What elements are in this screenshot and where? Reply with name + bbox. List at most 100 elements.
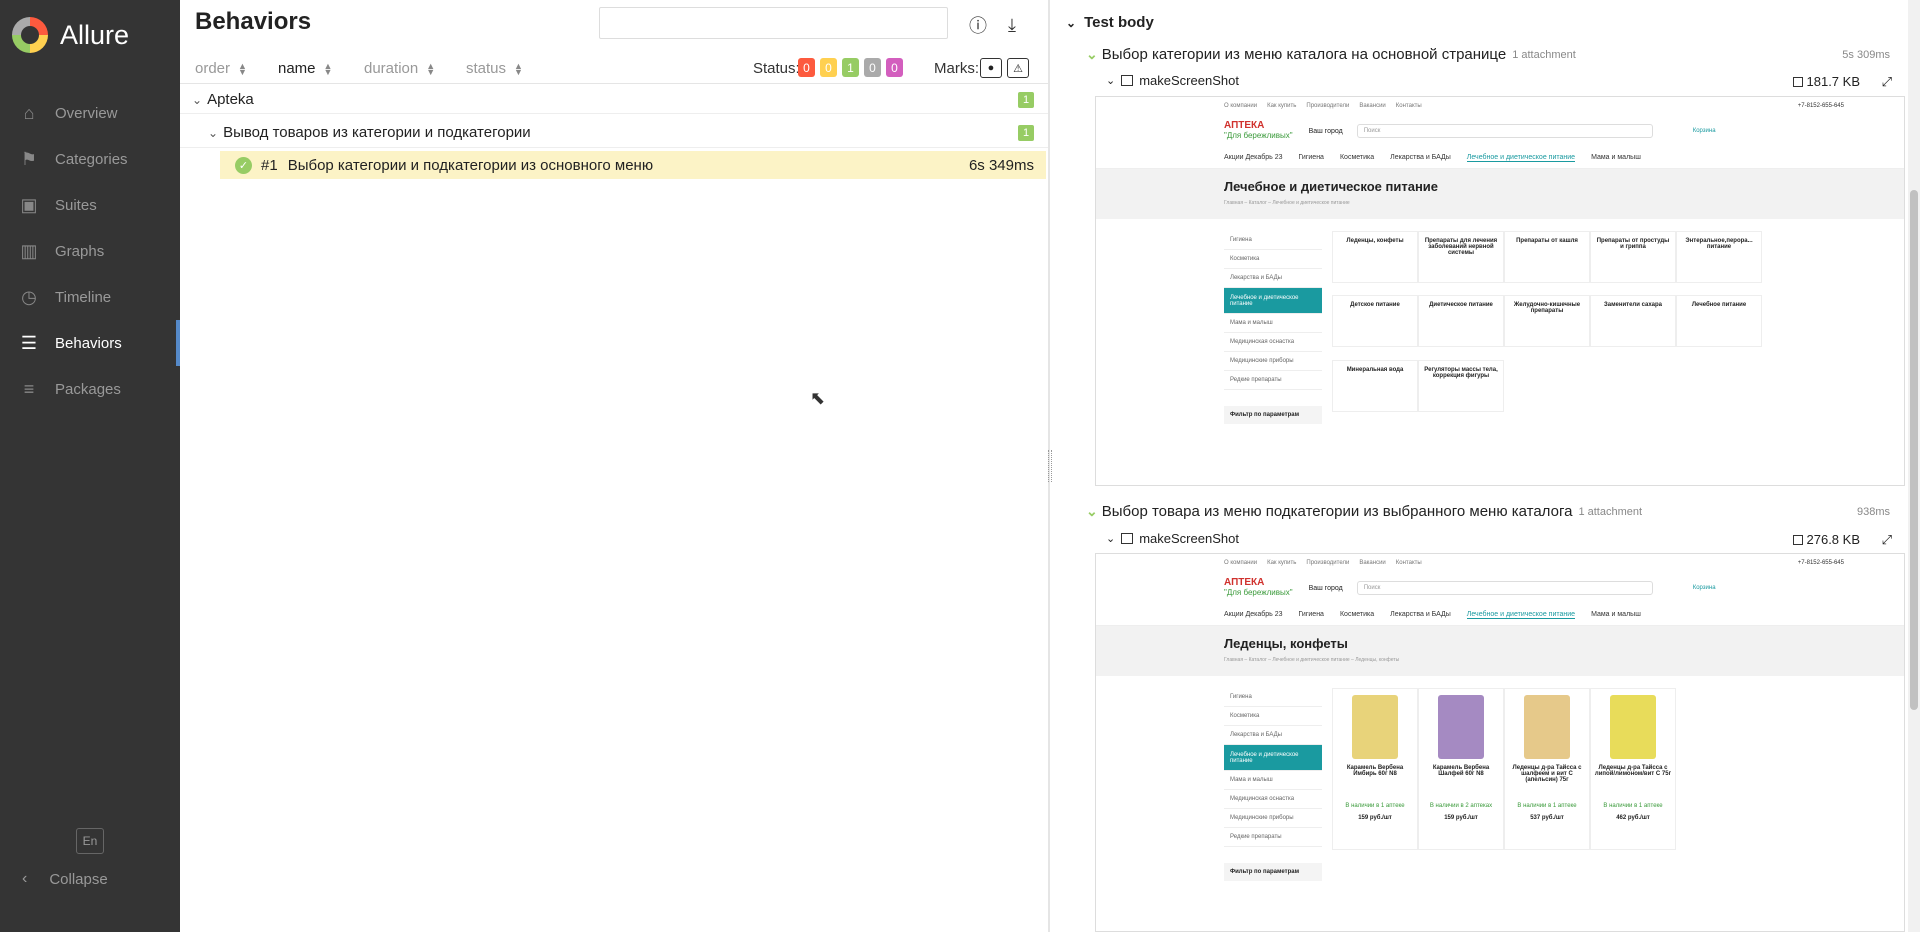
check-icon: ⌄: [1086, 503, 1098, 519]
status-failed-badge[interactable]: 0: [798, 58, 815, 77]
status-passed-badge[interactable]: 1: [842, 58, 859, 77]
sidebar-nav: ⌂ Overview ⚑ Categories ▣ Suites ▥ Graph…: [0, 90, 180, 412]
site-top-links: О компании Как купить Производители Вака…: [1096, 97, 1904, 115]
clock-icon: ◷: [21, 286, 37, 307]
site-menu-item: Акции Декабрь 23: [1224, 611, 1283, 618]
site-link: Производители: [1306, 560, 1350, 566]
sort-label: status: [466, 60, 507, 77]
site-side-item: Медицинские приборы: [1224, 352, 1322, 371]
home-icon: ⌂: [23, 102, 35, 123]
step-row[interactable]: ⌄ Выбор товара из меню подкатегории из в…: [1086, 503, 1642, 520]
sidebar-item-label: Behaviors: [55, 334, 122, 352]
site-side-item: Лечебное и диетическое питание: [1224, 288, 1322, 314]
scrollbar-thumb[interactable]: [1910, 190, 1918, 710]
attachment-size[interactable]: 276.8 KB: [1792, 532, 1861, 547]
site-product: Карамель Вербена Имбирь 60г N8 В наличии…: [1332, 688, 1418, 850]
site-body: Гигиена Косметика Лекарства и БАДы Лечеб…: [1096, 676, 1904, 881]
page-title: Behaviors: [195, 8, 312, 35]
step-row[interactable]: ⌄ Выбор категории из меню каталога на ос…: [1086, 46, 1576, 63]
tree-test-row[interactable]: ✓ #1 Выбор категории и подкатегории из о…: [220, 151, 1046, 179]
site-side-item: Лечебное и диетическое питание: [1224, 745, 1322, 771]
chevron-down-icon: ⌄: [208, 125, 219, 140]
sidebar-item-packages[interactable]: ≡ Packages: [0, 366, 180, 412]
sidebar-item-behaviors[interactable]: ☰ Behaviors: [0, 320, 180, 366]
site-side-item: Медицинская оснастка: [1224, 333, 1322, 352]
step-attachments: 1 attachment: [1578, 505, 1643, 518]
sidebar-item-graphs[interactable]: ▥ Graphs: [0, 228, 180, 274]
site-search: Поиск: [1356, 581, 1653, 595]
briefcase-icon: ▣: [20, 194, 38, 215]
site-menu-item: Лечебное и диетическое питание: [1466, 610, 1576, 619]
site-title-band: Лечебное и диетическое питание Главная –…: [1096, 169, 1904, 219]
image-icon: [1121, 533, 1134, 544]
info-icon[interactable]: ⓘ: [965, 12, 991, 38]
scrollbar[interactable]: [1908, 0, 1920, 932]
sort-status-button[interactable]: status ▲ ▼: [466, 60, 523, 77]
attachment-screenshot: О компании Как купить Производители Вака…: [1095, 96, 1905, 486]
sidebar-item-timeline[interactable]: ◷ Timeline: [0, 274, 180, 320]
attachment-size[interactable]: 181.7 KB: [1792, 74, 1860, 89]
site-breadcrumb: Главная – Каталог – Лечебное и диетическ…: [1224, 200, 1350, 206]
brand[interactable]: Allure: [0, 0, 180, 70]
product-image: [1352, 695, 1398, 759]
collapse-label: Collapse: [49, 870, 108, 888]
product-price: 159 руб./шт: [1358, 815, 1392, 821]
site-category: Препараты от кашля: [1504, 231, 1590, 283]
size-value: 276.8 KB: [1806, 532, 1861, 547]
status-unknown-badge[interactable]: 0: [886, 58, 903, 77]
site-side-item: Медицинские приборы: [1224, 809, 1322, 828]
sidebar-item-label: Timeline: [55, 288, 112, 306]
sort-label: order: [195, 60, 231, 77]
sort-duration-button[interactable]: duration ▲ ▼: [364, 60, 435, 77]
list-icon: ☰: [20, 332, 38, 353]
site-logo-text: АПТЕКА: [1224, 120, 1265, 131]
feature-name: Apteka: [207, 91, 254, 108]
site-header: АПТЕКА "Для бережливых" Ваш город Поиск К…: [1096, 115, 1904, 147]
fullscreen-icon[interactable]: ⤢: [1882, 74, 1892, 90]
site-title-band: Леденцы, конфеты Главная – Каталог – Леч…: [1096, 626, 1904, 676]
site-top-links: О компании Как купить Производители Вака…: [1096, 554, 1904, 572]
sidebar-item-overview[interactable]: ⌂ Overview: [0, 90, 180, 136]
site-filter: Фильтр по параметрам: [1224, 863, 1322, 881]
test-body-pane: ⌄ Test body ⌄ Выбор категории из меню ка…: [1052, 0, 1920, 932]
status-skipped-badge[interactable]: 0: [864, 58, 881, 77]
site-link: Как купить: [1267, 103, 1297, 109]
sort-arrows-icon: ▲ ▼: [514, 60, 523, 77]
sort-name-button[interactable]: name ▲ ▼: [278, 60, 332, 77]
site-link: Производители: [1306, 103, 1350, 109]
sidebar-item-categories[interactable]: ⚑ Categories: [0, 136, 180, 182]
step-name: Выбор категории из меню каталога на осно…: [1101, 46, 1507, 63]
flaky-mark-icon[interactable]: ●: [980, 58, 1002, 78]
sort-order-button[interactable]: order ▲ ▼: [195, 60, 247, 77]
site-product: Леденцы д-ра Тайсса с шалфеем и вит С (а…: [1504, 688, 1590, 850]
site-menu: Акции Декабрь 23 Гигиена Косметика Лекар…: [1096, 147, 1904, 169]
test-body-header[interactable]: ⌄ Test body: [1066, 14, 1154, 31]
tree-story-row[interactable]: ⌄ Вывод товаров из категории и подкатего…: [180, 118, 1048, 148]
step-name: Выбор товара из меню подкатегории из выб…: [1101, 503, 1573, 520]
language-button[interactable]: En: [76, 828, 104, 854]
site-link: О компании: [1224, 560, 1258, 566]
site-phone: +7-8152-655-645: [1797, 103, 1844, 109]
download-icon[interactable]: ⤓: [999, 12, 1025, 38]
sidebar: Allure ⌂ Overview ⚑ Categories ▣ Suites …: [0, 0, 180, 932]
site-link: Как купить: [1267, 560, 1297, 566]
site-menu-item: Лекарства и БАДы: [1390, 154, 1451, 161]
tree-feature-row[interactable]: ⌄ Apteka 1: [180, 86, 1048, 114]
mouse-cursor-icon: ⬉: [810, 388, 826, 408]
search-input[interactable]: [599, 7, 948, 39]
site-category: Препараты для лечения заболеваний нервно…: [1418, 231, 1504, 283]
sidebar-item-suites[interactable]: ▣ Suites: [0, 182, 180, 228]
warning-mark-icon[interactable]: ⚠: [1007, 58, 1029, 78]
fullscreen-icon[interactable]: ⤢: [1882, 532, 1892, 548]
collapse-button[interactable]: ‹ Collapse: [0, 868, 108, 890]
attachment-row[interactable]: ⌄ makeScreenShot: [1106, 73, 1239, 88]
step-attachments: 1 attachment: [1512, 48, 1576, 61]
image-icon: [1121, 75, 1134, 86]
attachment-row[interactable]: ⌄ makeScreenShot: [1106, 531, 1239, 546]
status-broken-badge[interactable]: 0: [820, 58, 837, 77]
product-image: [1610, 695, 1656, 759]
site-side-item: Гигиена: [1224, 231, 1322, 250]
site-category: Детское питание: [1332, 295, 1418, 348]
sort-bar: order ▲ ▼ name ▲ ▼ duration ▲ ▼ status ▲ ▼ S…: [180, 56, 1048, 84]
count-badge: 1: [1018, 124, 1034, 141]
